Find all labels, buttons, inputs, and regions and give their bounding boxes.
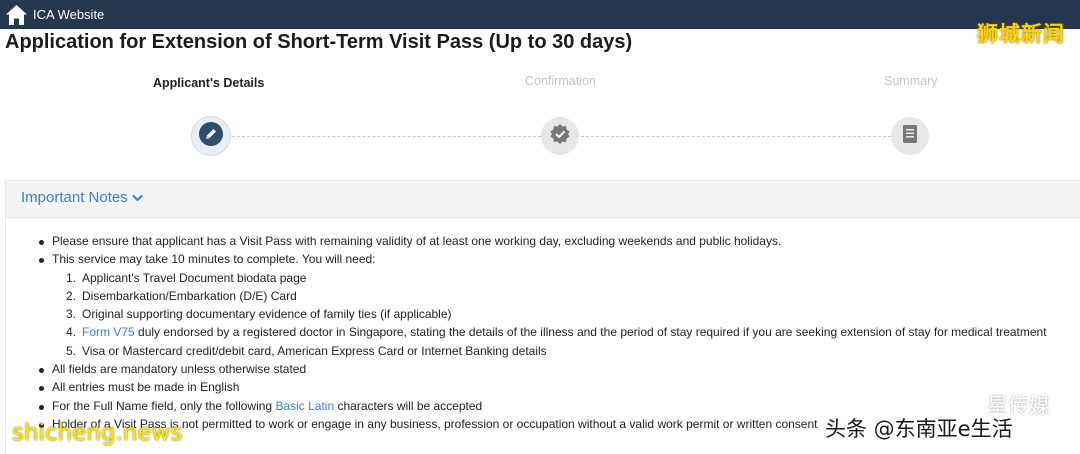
step-label-summary: Summary (884, 74, 938, 88)
need-number: 1. (66, 271, 77, 285)
home-icon (5, 4, 28, 26)
need-form-v75: Form V75 duly endorsed by a registered d… (82, 325, 1047, 339)
ica-website-home-link[interactable]: ICA Website (5, 3, 104, 26)
home-link-label: ICA Website (33, 7, 105, 22)
step-applicants-details[interactable] (192, 117, 230, 155)
need-de-card: Disembarkation/Embarkation (D/E) Card (82, 289, 297, 303)
bullet-dot (39, 405, 44, 410)
form-v75-link[interactable]: Form V75 (82, 325, 135, 339)
important-notes-toggle[interactable]: Important Notes (21, 189, 143, 206)
watermark-bottom-right: 头条 @东南亚e生活 (825, 413, 1013, 443)
note-basic-latin-after: characters will be accepted (334, 399, 483, 413)
page-title: Application for Extension of Short-Term … (5, 31, 633, 53)
basic-latin-link[interactable]: Basic Latin (275, 399, 334, 413)
step-confirmation[interactable] (541, 117, 579, 155)
step-label-applicants-details: Applicant's Details (153, 76, 265, 90)
step-connector-2 (581, 136, 891, 137)
document-icon (900, 123, 920, 150)
need-payment-details: Visa or Mastercard credit/debit card, Am… (82, 344, 547, 358)
note-visit-pass-validity: Please ensure that applicant has a Visit… (52, 234, 782, 248)
pencil-icon (198, 121, 224, 152)
progress-stepper: Applicant's Details Confirmation Summary (0, 70, 1080, 180)
step-label-confirmation: Confirmation (525, 74, 596, 88)
note-mandatory-fields: All fields are mandatory unless otherwis… (52, 362, 307, 376)
need-form-v75-text: duly endorsed by a registered doctor in … (134, 325, 1047, 339)
bullet-dot (39, 240, 44, 245)
bullet-dot (39, 386, 44, 391)
need-number: 4. (66, 325, 77, 339)
step-summary[interactable] (891, 117, 929, 155)
need-family-ties-evidence: Original supporting documentary evidence… (82, 307, 452, 321)
need-number: 5. (66, 344, 77, 358)
bullet-dot (39, 368, 44, 373)
need-travel-document: Applicant's Travel Document biodata page (82, 271, 307, 285)
important-notes-header: Important Notes (6, 181, 1080, 218)
note-basic-latin-before: For the Full Name field, only the follow… (52, 399, 276, 413)
chevron-down-icon (128, 189, 143, 206)
note-english-entries: All entries must be made in English (52, 380, 240, 394)
note-time-to-complete: This service may take 10 minutes to comp… (52, 252, 376, 266)
note-basic-latin: For the Full Name field, only the follow… (52, 399, 482, 413)
bullet-dot (39, 258, 44, 263)
watermark-top-right: 狮城新闻 (977, 22, 1065, 46)
need-number: 3. (66, 307, 77, 321)
watermark-bottom-left: shicheng.news (12, 420, 183, 446)
top-bar: ICA Website (0, 0, 1080, 29)
check-badge-icon (549, 123, 571, 150)
step-connector-1 (232, 136, 541, 137)
important-notes-label: Important Notes (21, 189, 128, 206)
need-number: 2. (66, 289, 77, 303)
